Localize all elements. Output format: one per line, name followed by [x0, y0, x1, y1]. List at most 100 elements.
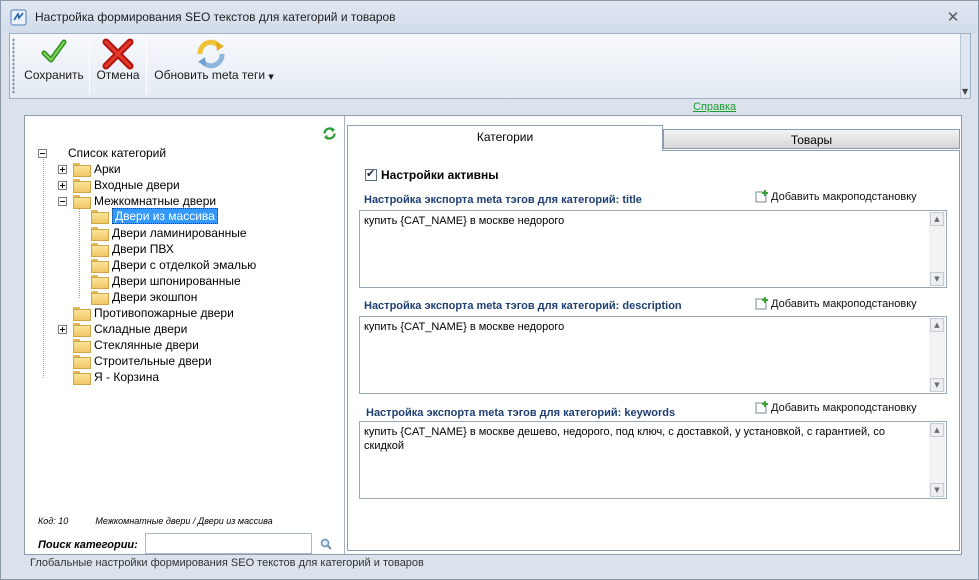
refresh-icon: [197, 39, 225, 69]
cross-icon: [102, 38, 134, 70]
add-macro-button[interactable]: Добавить макроподстановку: [754, 400, 917, 416]
cancel-label: Отмена: [96, 68, 140, 82]
scroll-down-icon[interactable]: ▼: [930, 272, 944, 286]
title-bar: Настройка формирования SEO текстов для к…: [1, 1, 978, 33]
app-window: Настройка формирования SEO текстов для к…: [0, 0, 979, 580]
folder-icon: [73, 179, 91, 193]
tree-item[interactable]: Двери экошпон: [91, 289, 197, 305]
tree-item[interactable]: Двери с отделкой эмалью: [91, 257, 256, 273]
tree-item-label: Стеклянные двери: [94, 338, 199, 352]
scrollbar[interactable]: ▲ ▼: [929, 423, 945, 497]
folder-icon: [91, 275, 109, 289]
meta-keywords-value: купить {CAT_NAME} в москве дешево, недор…: [364, 426, 885, 452]
tree-item-label: Складные двери: [94, 322, 188, 336]
dropdown-arrow-icon: ▼: [268, 73, 274, 81]
add-note-icon: [755, 401, 768, 414]
tree-item[interactable]: Двери ламинированные: [91, 225, 247, 241]
scroll-down-icon[interactable]: ▼: [930, 378, 944, 392]
meta-description-textarea[interactable]: купить {CAT_NAME} в москве недорого ▲ ▼: [359, 316, 947, 394]
tree-item[interactable]: Двери шпонированные: [91, 273, 241, 289]
tree-item-label: Арки: [94, 162, 121, 176]
meta-keywords-textarea[interactable]: купить {CAT_NAME} в москве дешево, недор…: [359, 421, 947, 499]
tree-item-label: Противопожарные двери: [94, 306, 234, 320]
tree-item[interactable]: Противопожарные двери: [73, 305, 234, 321]
window-title: Настройка формирования SEO текстов для к…: [35, 10, 396, 24]
tree-item-label: Межкомнатные двери: [94, 194, 217, 208]
toolbar-separator: [89, 38, 90, 94]
search-label: Поиск категории:: [38, 539, 138, 551]
tree-item-label: Строительные двери: [94, 354, 212, 368]
collapse-icon[interactable]: [38, 148, 47, 158]
tree-item[interactable]: Я - Корзина: [73, 369, 159, 385]
category-code: Код: 10: [38, 516, 69, 526]
tree-item[interactable]: Двери из массива: [91, 208, 218, 224]
refresh-meta-label: Обновить meta теги ▼: [154, 68, 274, 82]
checkbox[interactable]: [365, 167, 377, 181]
toolbar: Сохранить Отмена Обновить meta теги ▼ ▼: [9, 33, 971, 99]
toolbar-grip[interactable]: [12, 38, 15, 94]
add-note-icon: [755, 297, 768, 310]
category-search-input[interactable]: [145, 533, 312, 554]
meta-description-value: купить {CAT_NAME} в москве недорого: [364, 321, 565, 333]
settings-active-toggle[interactable]: Настройки активны: [365, 167, 498, 182]
scroll-up-icon[interactable]: ▲: [930, 423, 944, 437]
tree-item[interactable]: Стеклянные двери: [73, 337, 199, 353]
tree-guide: [43, 159, 44, 378]
category-path: Межкомнатные двери / Двери из массива: [95, 516, 273, 526]
folder-icon: [91, 291, 109, 305]
tree-item-label: Двери с отделкой эмалью: [112, 258, 257, 272]
app-icon: [10, 9, 27, 26]
expand-icon[interactable]: [58, 180, 67, 190]
tree-item[interactable]: Строительные двери: [73, 353, 212, 369]
cancel-button[interactable]: Отмена: [92, 34, 144, 98]
add-note-icon: [755, 190, 768, 203]
add-macro-button[interactable]: Добавить макроподстановку: [754, 189, 917, 205]
help-link[interactable]: Справка: [693, 101, 736, 113]
folder-icon: [91, 243, 109, 257]
scrollbar[interactable]: ▲ ▼: [929, 318, 945, 392]
scroll-up-icon[interactable]: ▲: [930, 212, 944, 226]
folder-icon: [91, 227, 109, 241]
folder-icon: [73, 307, 91, 321]
tree-item-label: Я - Корзина: [94, 370, 160, 384]
tree-item[interactable]: Межкомнатные двери: [58, 193, 216, 209]
add-macro-button[interactable]: Добавить макроподстановку: [754, 296, 917, 312]
folder-icon: [73, 371, 91, 385]
expand-icon[interactable]: [58, 324, 67, 334]
tree-item[interactable]: Арки: [58, 161, 121, 177]
section-title-meta-description: Настройка экспорта meta тэгов для катего…: [364, 300, 682, 312]
tree-item-label: Двери ПВХ: [112, 242, 174, 256]
save-button[interactable]: Сохранить: [20, 34, 88, 98]
add-macro-label: Добавить макроподстановку: [771, 191, 917, 203]
meta-title-textarea[interactable]: купить {CAT_NAME} в москве недорого ▲ ▼: [359, 210, 947, 288]
search-icon[interactable]: [320, 538, 332, 550]
tree-item[interactable]: Двери ПВХ: [91, 241, 174, 257]
meta-title-value: купить {CAT_NAME} в москве недорого: [364, 215, 565, 227]
toolbar-separator: [146, 38, 147, 94]
toolbar-overflow-button[interactable]: ▼: [960, 34, 970, 98]
close-icon[interactable]: ✕: [945, 9, 961, 25]
folder-icon: [73, 355, 91, 369]
folder-icon: [73, 339, 91, 353]
tree-item[interactable]: Складные двери: [58, 321, 187, 337]
section-title-meta-title: Настройка экспорта meta тэгов для катего…: [364, 194, 642, 206]
tab-goods[interactable]: Товары: [663, 129, 960, 149]
section-title-meta-keywords: Настройка экспорта meta тэгов для катего…: [366, 407, 676, 419]
refresh-meta-button[interactable]: Обновить meta теги ▼: [150, 34, 278, 98]
tree-root[interactable]: Список категорий: [38, 145, 166, 161]
scroll-down-icon[interactable]: ▼: [930, 483, 944, 497]
tree-root-label: Список категорий: [68, 146, 167, 160]
tree-item-label: Входные двери: [94, 178, 180, 192]
scroll-up-icon[interactable]: ▲: [930, 318, 944, 332]
tree-item[interactable]: Входные двери: [58, 177, 180, 193]
folder-icon: [73, 195, 91, 209]
tree-item-label: Двери ламинированные: [112, 226, 247, 240]
folder-icon: [91, 259, 109, 273]
tab-categories[interactable]: Категории: [347, 125, 663, 151]
save-label: Сохранить: [24, 68, 84, 82]
collapse-icon[interactable]: [58, 196, 67, 206]
expand-icon[interactable]: [58, 164, 67, 174]
scrollbar[interactable]: ▲ ▼: [929, 212, 945, 286]
settings-tabs: Категории Товары Настройки активны Настр…: [347, 125, 960, 551]
refresh-tree-icon[interactable]: [322, 126, 337, 141]
